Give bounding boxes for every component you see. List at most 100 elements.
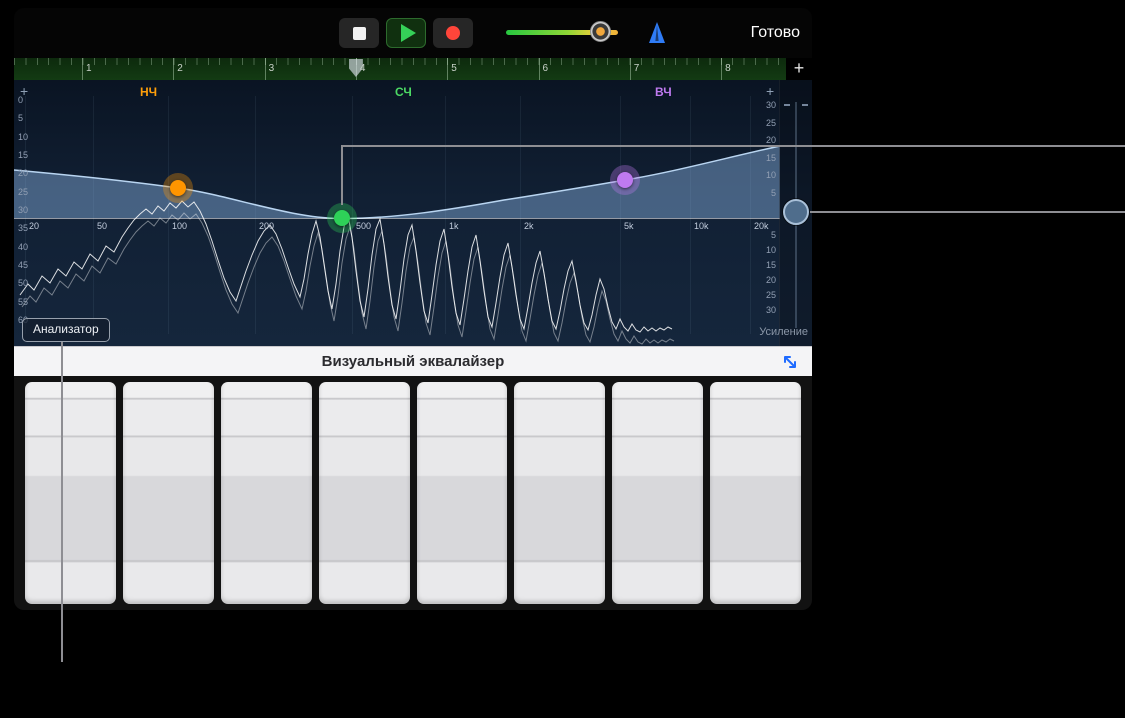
freq-label-2k: 2k (524, 221, 534, 231)
plugin-title: Визуальный эквалайзер (322, 353, 505, 370)
left-axis-label: 40 (18, 242, 28, 252)
keyboard-key-4[interactable] (319, 382, 410, 604)
keyboard-key-2[interactable] (123, 382, 214, 604)
spectrum-trace-secondary (22, 213, 674, 344)
transport-controls (339, 18, 473, 48)
right-axis-label: 20 (758, 135, 776, 145)
freq-label-5k: 5k (624, 221, 634, 231)
keyboard (14, 376, 812, 610)
callout-line-mid-band-vertical (341, 147, 343, 205)
beat-tick-2 (173, 58, 174, 80)
beat-number-6: 6 (543, 63, 549, 74)
beat-tick-7 (630, 58, 631, 80)
beat-number-3: 3 (269, 63, 275, 74)
eq-band-handle-dot-low (170, 180, 186, 196)
beat-tick-5 (447, 58, 448, 80)
beat-tick-1 (82, 58, 83, 80)
gain-tick-right (802, 104, 808, 106)
left-axis-label: 50 (18, 278, 28, 288)
plugin-title-bar: Визуальный эквалайзер (14, 346, 812, 376)
beat-tick-8 (721, 58, 722, 80)
left-axis-label: 5 (18, 113, 23, 123)
left-axis-label: 25 (18, 187, 28, 197)
beat-number-5: 5 (451, 63, 457, 74)
right-axis-label: 15 (758, 260, 776, 270)
eq-band-handle-high[interactable] (610, 165, 640, 195)
record-icon (446, 26, 460, 40)
right-axis-label: 5 (758, 230, 776, 240)
left-axis-label: 0 (18, 95, 23, 105)
beat-tick-6 (539, 58, 540, 80)
metronome-button[interactable] (646, 21, 668, 45)
freq-label-10k: 10k (694, 221, 709, 231)
left-axis-label: 10 (18, 132, 28, 142)
freq-label-50: 50 (97, 221, 107, 231)
callout-line-mid-band-horizontal (341, 145, 1125, 147)
master-volume-slider[interactable] (506, 30, 618, 35)
left-axis-label: 30 (18, 205, 28, 215)
band-label-low: НЧ (140, 85, 157, 99)
callout-line-gain-slider (810, 211, 1125, 213)
gain-tick-left (784, 104, 790, 106)
left-axis-label: 35 (18, 223, 28, 233)
freq-label-100: 100 (172, 221, 187, 231)
analyzer-button[interactable]: Анализатор (22, 318, 110, 342)
left-axis-label: 15 (18, 150, 28, 160)
toolbar: Готово (14, 8, 812, 58)
timeline-ruler[interactable]: 1 2 3 4 5 6 7 8 + (14, 58, 812, 80)
freq-label-500: 500 (356, 221, 371, 231)
volume-slider-thumb[interactable] (590, 21, 611, 42)
right-axis-label: 30 (758, 305, 776, 315)
right-axis-label: 20 (758, 275, 776, 285)
left-axis-label: 20 (18, 168, 28, 178)
done-button[interactable]: Готово (751, 24, 800, 42)
right-axis-label: 10 (758, 170, 776, 180)
stop-icon (353, 27, 366, 40)
eq-curve-and-spectrum (14, 80, 812, 346)
beat-tick-3 (265, 58, 266, 80)
beat-number-7: 7 (634, 63, 640, 74)
beat-number-4: 4 (360, 63, 366, 74)
keyboard-key-6[interactable] (514, 382, 605, 604)
beat-number-1: 1 (86, 63, 92, 74)
keyboard-key-7[interactable] (612, 382, 703, 604)
right-axis-label: 15 (758, 153, 776, 163)
eq-band-handle-low[interactable] (163, 173, 193, 203)
left-axis-label: 55 (18, 297, 28, 307)
right-axis-label: 25 (758, 118, 776, 128)
add-section-button[interactable]: + (786, 58, 812, 80)
keyboard-key-3[interactable] (221, 382, 312, 604)
expand-button[interactable] (780, 352, 800, 372)
zero-db-line (14, 218, 780, 219)
app-window: Готово 12345678 + + + НЧСЧВЧ 05101520253… (14, 8, 812, 610)
keyboard-key-8[interactable] (710, 382, 801, 604)
right-axis-label: 5 (758, 188, 776, 198)
freq-label-20: 20 (29, 221, 39, 231)
callout-line-analyzer (61, 342, 63, 662)
add-band-right-button[interactable]: + (766, 83, 774, 99)
beat-number-2: 2 (177, 63, 183, 74)
play-button[interactable] (386, 18, 426, 48)
freq-label-20k: 20k (754, 221, 769, 231)
keyboard-key-5[interactable] (417, 382, 508, 604)
freq-label-200: 200 (259, 221, 274, 231)
beat-number-8: 8 (725, 63, 731, 74)
band-label-mid: СЧ (395, 85, 412, 99)
right-axis-label: 25 (758, 290, 776, 300)
visual-eq-panel[interactable]: + + НЧСЧВЧ 051015202530354045505560 3025… (14, 80, 812, 346)
record-button[interactable] (433, 18, 473, 48)
play-icon (401, 24, 416, 42)
band-label-high: ВЧ (655, 85, 672, 99)
gain-label: Усиление (759, 326, 808, 338)
freq-label-1k: 1k (449, 221, 459, 231)
keyboard-key-1[interactable] (25, 382, 116, 604)
stop-button[interactable] (339, 18, 379, 48)
eq-band-handle-mid[interactable] (327, 203, 357, 233)
eq-band-handle-dot-mid (334, 210, 350, 226)
screenshot-stage: Готово 12345678 + + + НЧСЧВЧ 05101520253… (0, 0, 1125, 718)
eq-band-handle-dot-high (617, 172, 633, 188)
right-axis-label: 30 (758, 100, 776, 110)
gain-slider-handle[interactable] (783, 199, 809, 225)
gain-slider[interactable] (779, 80, 812, 346)
expand-icon (780, 352, 800, 372)
